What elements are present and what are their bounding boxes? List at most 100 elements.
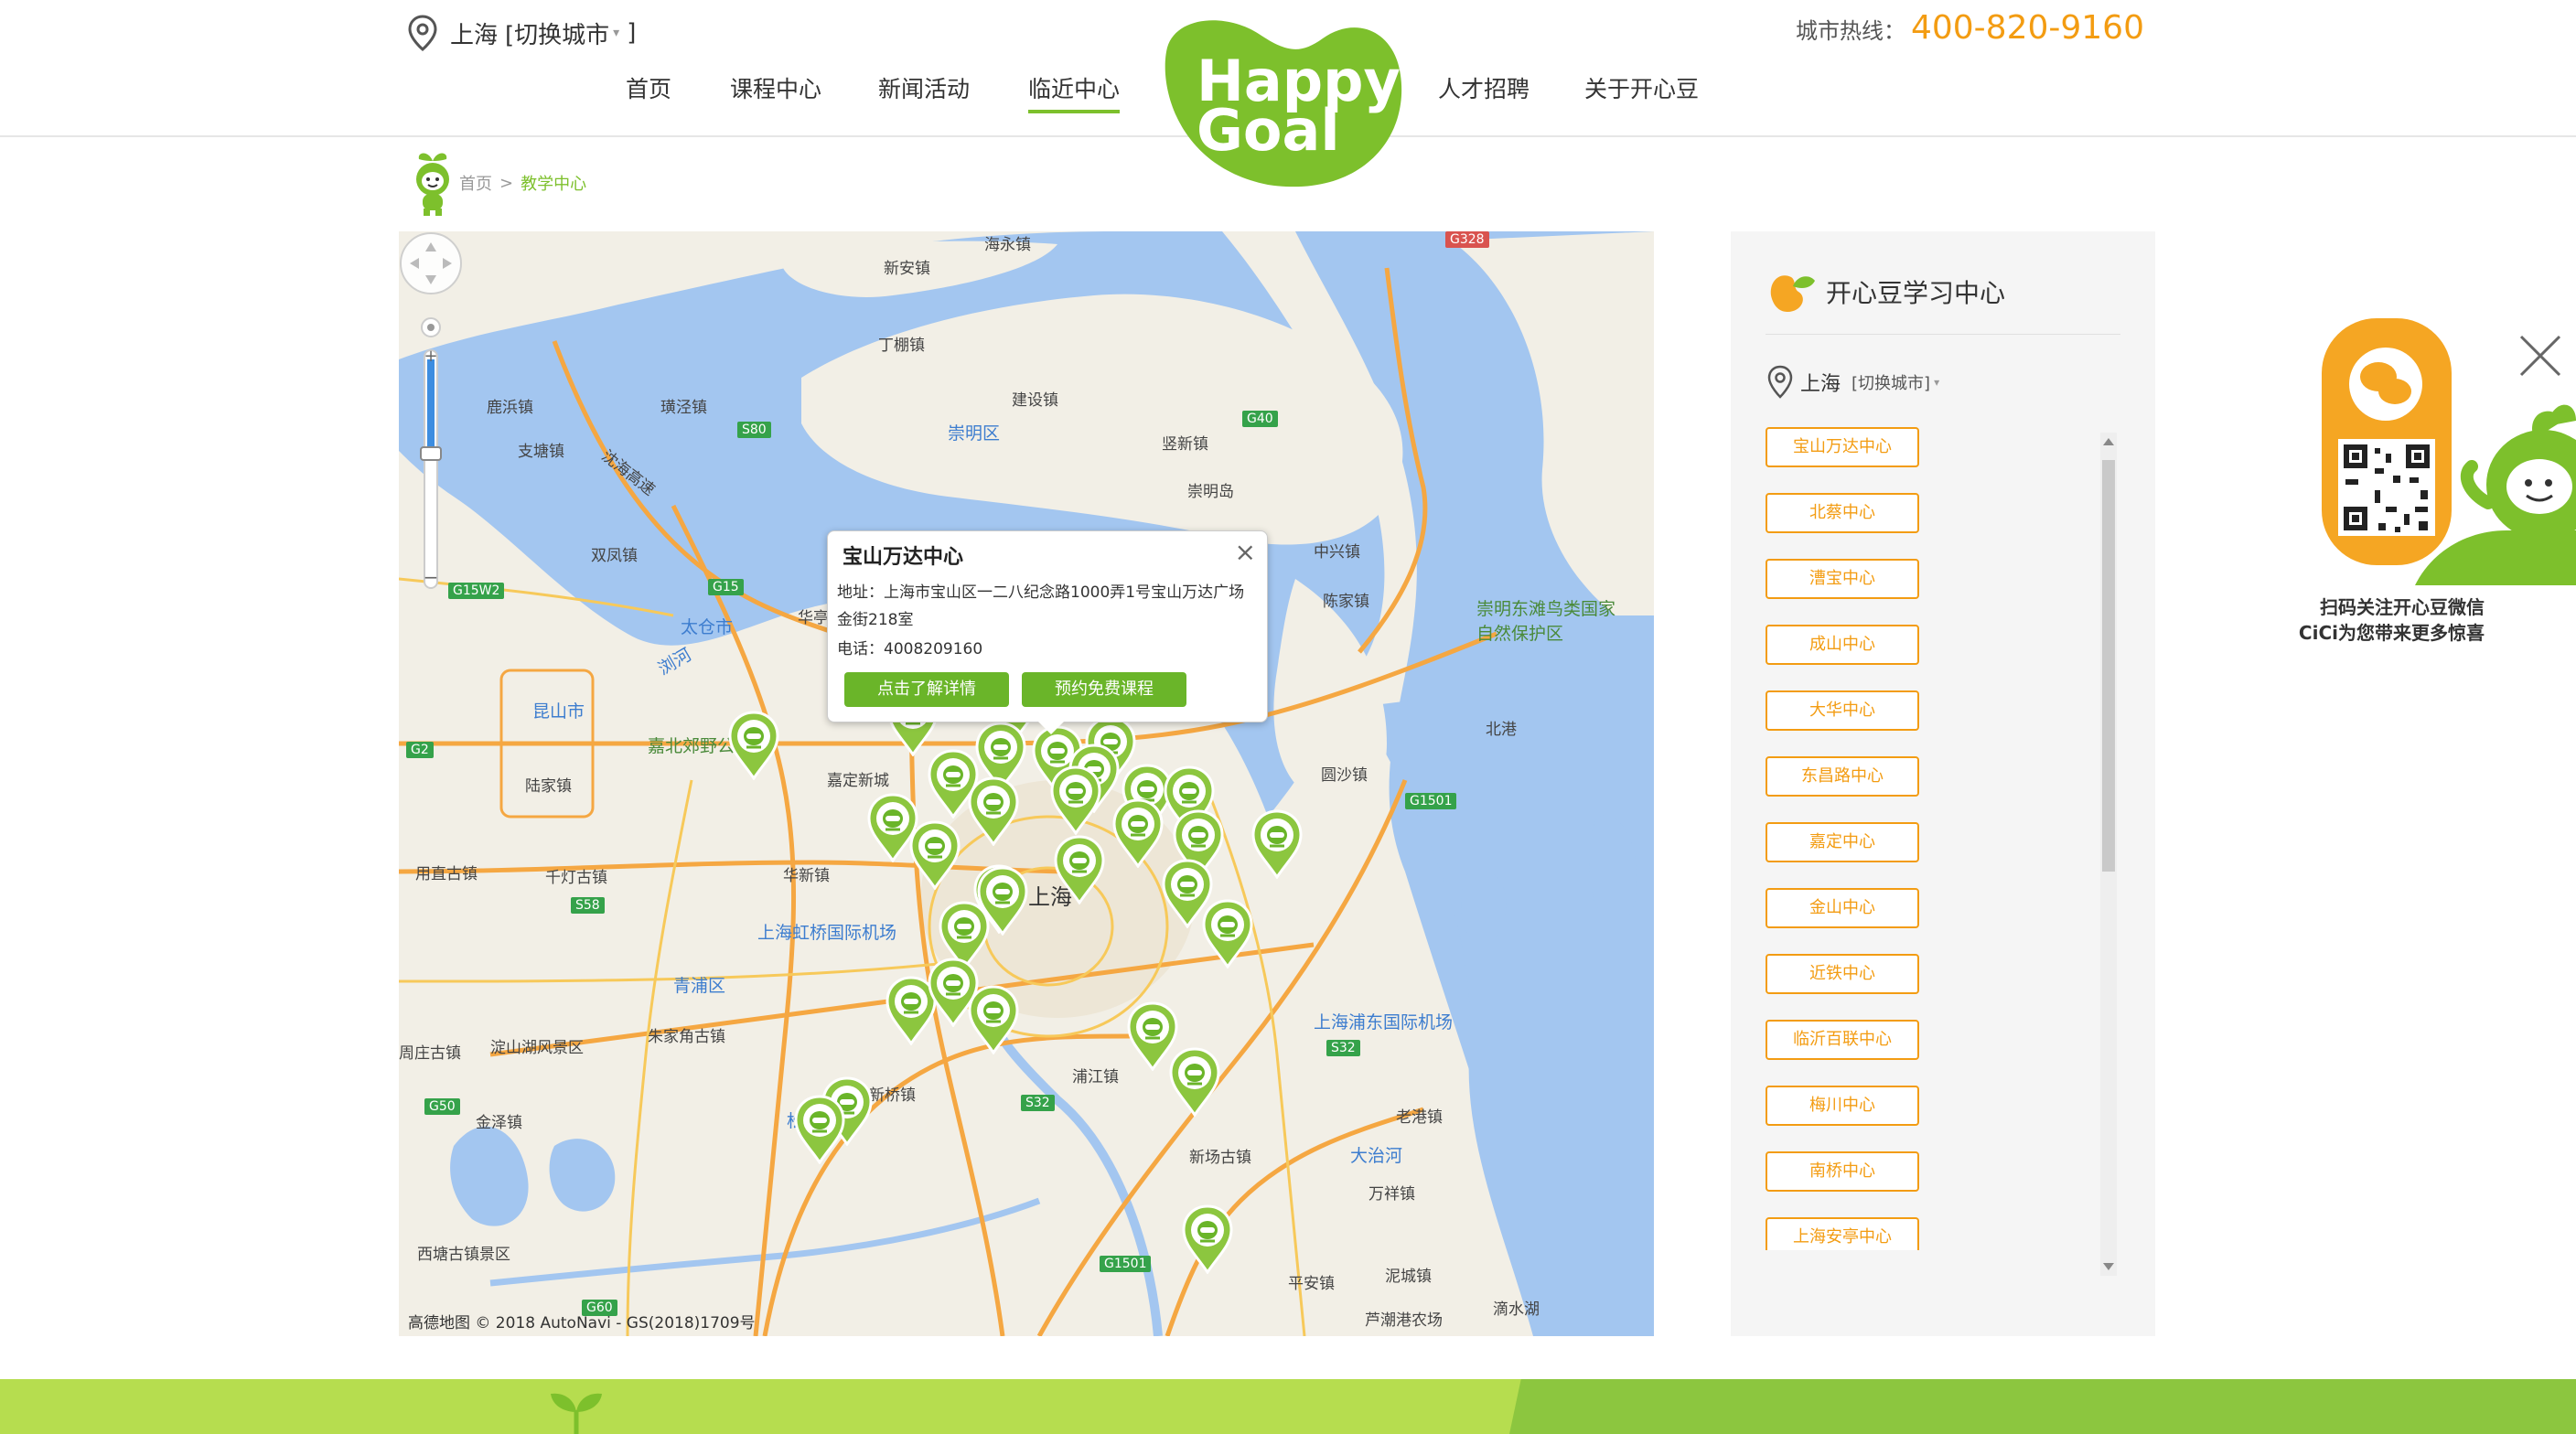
map-label: 新安镇	[884, 260, 930, 278]
current-city: 上海	[450, 21, 499, 49]
hotline-number: 400-820-9160	[1910, 9, 2144, 47]
map-label: 太仓市	[681, 617, 734, 637]
nav-news[interactable]: 新闻活动	[878, 71, 970, 104]
nav-careers[interactable]: 人才招聘	[1438, 71, 1530, 104]
map-label: 圆沙镇	[1321, 766, 1368, 785]
center-marker-icon[interactable]	[792, 1093, 847, 1164]
nav-about[interactable]: 关于开心豆	[1584, 71, 1699, 104]
center-marker-icon[interactable]	[966, 983, 1021, 1054]
center-marker-icon[interactable]	[907, 819, 962, 890]
panel-city-selector[interactable]: 上海 [切换城市] ▾	[1766, 359, 1939, 405]
road-tag: S58	[571, 897, 605, 914]
map-label: 支塘镇	[518, 443, 564, 461]
map-label: 芦潮港农场	[1365, 1311, 1443, 1330]
nav-courses[interactable]: 课程中心	[730, 71, 821, 104]
divider	[1766, 334, 2120, 335]
close-icon[interactable]	[2517, 333, 2563, 379]
hotline-label: 城市热线：	[1795, 18, 1905, 44]
map-label: 新场古镇	[1189, 1149, 1251, 1167]
switch-city-bracket: ]	[627, 19, 637, 47]
svg-text:+: +	[424, 347, 437, 366]
scroll-down-icon[interactable]	[2103, 1263, 2114, 1270]
map-label: 淀山湖风景区	[490, 1039, 584, 1057]
scroll-up-icon[interactable]	[2103, 438, 2114, 445]
center-marker-icon[interactable]	[1200, 897, 1255, 968]
road-tag: G40	[1242, 411, 1278, 427]
scrollbar-thumb[interactable]	[2102, 460, 2115, 872]
center-marker-icon[interactable]	[1167, 1045, 1222, 1117]
center-list-item[interactable]: 宝山万达中心	[1766, 427, 1919, 467]
map-label: 陈家镇	[1323, 593, 1369, 611]
center-list-item[interactable]: 北蔡中心	[1766, 493, 1919, 533]
road-tag: S32	[1326, 1040, 1360, 1056]
center-marker-icon[interactable]	[1111, 797, 1165, 868]
map-label: 崇明岛	[1187, 483, 1234, 501]
center-map[interactable]: 海永镇 新安镇 丁棚镇 建设镇 崇明区 竖新镇 崇明岛 璜泾镇 鹿浜镇 支塘镇 …	[399, 231, 1654, 1336]
breadcrumb-separator: >	[499, 173, 514, 193]
center-list-scrollbar[interactable]	[2100, 433, 2117, 1276]
chevron-down-icon: ▾	[613, 26, 620, 40]
switch-city-link[interactable]: [切换城市	[505, 16, 609, 50]
center-marker-icon[interactable]	[1250, 808, 1304, 879]
nav-nearby-centers[interactable]: 临近中心	[1028, 71, 1121, 113]
center-list-item[interactable]: 临沂百联中心	[1766, 1020, 1919, 1060]
map-label: 青浦区	[673, 976, 726, 996]
location-pin-icon	[1767, 365, 1793, 399]
center-list-item[interactable]: 金山中心	[1766, 888, 1919, 928]
map-label: 丁棚镇	[878, 337, 925, 355]
center-list-item[interactable]: 上海安亭中心	[1766, 1217, 1919, 1250]
map-zoom-control[interactable]: + −	[399, 231, 463, 615]
breadcrumb: 首页 > 教学中心	[408, 148, 586, 218]
map-label: 上海浦东国际机场	[1314, 1012, 1454, 1033]
hotline: 城市热线： 400-820-9160	[1796, 9, 2144, 47]
happy-goal-logo[interactable]: Happy Goal	[1149, 11, 1414, 194]
book-free-class-button[interactable]: 预约免费课程	[1022, 672, 1186, 707]
location-pin-icon	[408, 15, 437, 51]
center-list-item[interactable]: 漕宝中心	[1766, 559, 1919, 599]
map-label: 崇明区	[948, 423, 1001, 444]
road-tag: G1501	[1405, 793, 1457, 809]
panel-switch-city[interactable]: [切换城市]	[1852, 370, 1930, 394]
center-list-item[interactable]: 东昌路中心	[1766, 756, 1919, 797]
road-tag: G1501	[1100, 1256, 1152, 1272]
center-marker-icon[interactable]	[726, 709, 781, 780]
center-marker-icon[interactable]	[1048, 764, 1103, 835]
map-label: 华亭	[798, 609, 829, 627]
city-selector[interactable]: 上海 [切换城市 ▾ ]	[406, 15, 636, 51]
map-label: 璜泾镇	[660, 399, 707, 417]
close-icon[interactable]: ×	[1235, 537, 1256, 567]
map-label: 平安镇	[1288, 1275, 1335, 1293]
road-tag: S80	[737, 422, 771, 438]
map-label: 千灯古镇	[545, 869, 607, 887]
map-label: 北港	[1486, 721, 1517, 739]
center-list-item[interactable]: 成山中心	[1766, 625, 1919, 665]
panel-title-text: 开心豆学习中心	[1826, 278, 2006, 308]
center-marker-icon[interactable]	[1052, 833, 1107, 904]
bean-icon	[1770, 275, 1815, 312]
wechat-caption: 扫码关注开心豆微信 CiCi为您带来更多惊喜	[2247, 594, 2485, 646]
road-tag: G15	[708, 579, 744, 595]
map-label: 西塘古镇景区	[417, 1246, 510, 1264]
details-button[interactable]: 点击了解详情	[844, 672, 1009, 707]
map-label: 竖新镇	[1162, 435, 1208, 454]
road-tag: S32	[1021, 1095, 1055, 1111]
breadcrumb-current: 教学中心	[521, 175, 587, 194]
center-list-item[interactable]: 嘉定中心	[1766, 822, 1919, 862]
center-marker-icon[interactable]	[966, 775, 1021, 846]
popup-address: 地址：上海市宝山区一二八纪念路1000弄1号宝山万达广场金街218室	[837, 583, 1245, 629]
center-list-item[interactable]: 近铁中心	[1766, 954, 1919, 994]
center-marker-icon[interactable]	[975, 864, 1030, 936]
center-list-item[interactable]: 大华中心	[1766, 690, 1919, 731]
center-marker-icon[interactable]	[1180, 1203, 1235, 1274]
panel-city: 上海	[1800, 373, 1841, 396]
map-copyright: 高德地图 © 2018 AutoNavi - GS(2018)1709号	[408, 1314, 756, 1332]
popup-title: 宝山万达中心	[843, 546, 964, 569]
footer-accent	[1509, 1379, 2576, 1434]
center-list-item[interactable]: 梅川中心	[1766, 1086, 1919, 1126]
sprout-icon	[551, 1393, 602, 1434]
nav-home[interactable]: 首页	[626, 71, 671, 104]
logo-text-goal: Goal	[1197, 97, 1340, 164]
map-label: 新桥镇	[869, 1086, 916, 1105]
center-list-item[interactable]: 南桥中心	[1766, 1151, 1919, 1192]
breadcrumb-home[interactable]: 首页	[459, 171, 492, 195]
